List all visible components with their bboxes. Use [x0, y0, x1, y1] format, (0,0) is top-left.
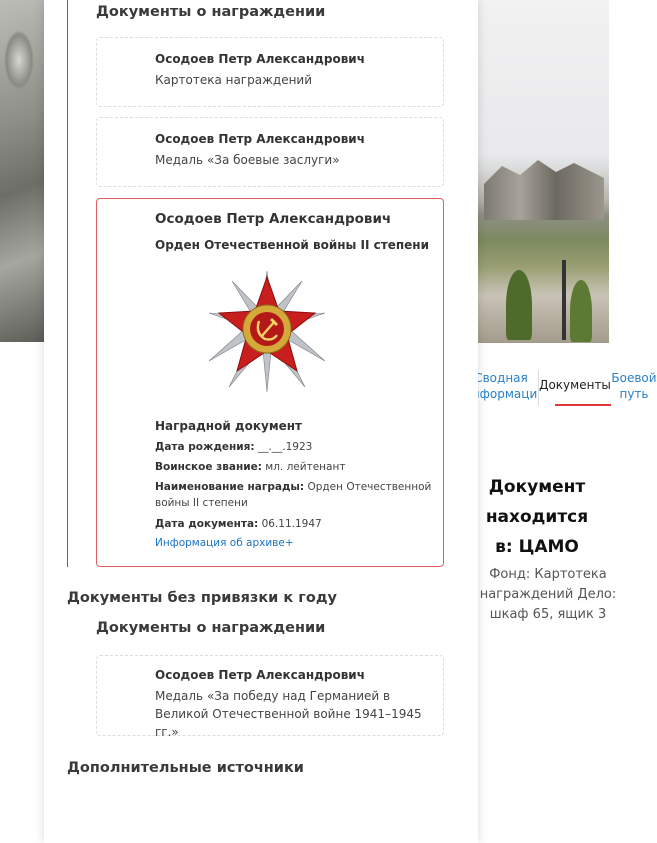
tab-label: Боевой [611, 371, 657, 385]
card-person-name: Осодоев Петр Александрович [155, 211, 392, 227]
section-title-additional-sources: Дополнительные источники [67, 760, 304, 776]
field-label: Дата документа: [155, 518, 259, 530]
field-birth-date: Дата рождения: __.__.1923 [155, 439, 440, 455]
tab-label: Сводная [478, 371, 528, 385]
group-title-awards: Документы о награждении [96, 4, 326, 20]
archive-info-link[interactable]: Информация об архиве+ [155, 537, 294, 549]
document-card-selected[interactable]: Осодоев Петр Александрович Орден Отечест… [96, 198, 444, 567]
field-label: Воинское звание: [155, 461, 262, 473]
tab-documents[interactable]: Документы [538, 370, 611, 406]
section-title-no-year: Документы без привязки к году [67, 590, 337, 606]
tab-label: путь [619, 387, 649, 401]
document-card[interactable]: Осодоев Петр Александрович Медаль «За по… [96, 655, 444, 739]
card-person-name: Осодоев Петр Александрович [155, 668, 365, 682]
field-label: Наименование награды: [155, 481, 305, 493]
document-location-details: Фонд: Картотека награждений Дело: шкаф 6… [479, 567, 617, 622]
document-card[interactable]: Осодоев Петр Александрович Картотека наг… [96, 37, 444, 107]
document-location-title: Документ находится в: ЦАМО [485, 477, 589, 557]
photo-tree [570, 280, 592, 342]
award-document-heading: Наградной документ [155, 419, 303, 433]
tab-battle-path[interactable]: Боевой путь [611, 370, 657, 402]
timeline-line [67, 0, 68, 567]
document-card[interactable]: Осодоев Петр Александрович Медаль «За бо… [96, 117, 444, 187]
card-description: Медаль «За победу над Германией в Велико… [155, 689, 422, 739]
card-person-name: Осодоев Петр Александрович [155, 52, 365, 66]
field-value: мл. лейтенант [265, 461, 346, 473]
card-person-name: Осодоев Петр Александрович [155, 132, 365, 146]
field-label: Дата рождения: [155, 441, 255, 453]
field-value: __.__.1923 [257, 441, 313, 453]
background-photo-memorial [478, 0, 609, 343]
card-description: Картотека награждений [155, 73, 313, 87]
field-rank: Воинское звание: мл. лейтенант [155, 459, 440, 475]
order-medal-icon [208, 270, 326, 393]
field-document-date: Дата документа: 06.11.1947 [155, 516, 440, 532]
group-title-awards: Документы о награждении [96, 620, 326, 636]
documents-panel: Документы о награждении Осодоев Петр Але… [44, 0, 478, 843]
background-photo-left [0, 0, 44, 342]
field-value: 06.11.1947 [261, 518, 322, 530]
card-description: Медаль «За боевые заслуги» [155, 153, 340, 167]
photo-tree [506, 270, 532, 340]
photo-sculpture [484, 160, 604, 220]
field-award-name: Наименование награды: Орден Отечественно… [155, 479, 440, 511]
tab-summary[interactable]: Сводная информация [478, 370, 538, 402]
tab-label: информация [478, 387, 538, 401]
award-title: Орден Отечественной войны II степени [155, 238, 429, 252]
photo-pole [562, 260, 566, 340]
